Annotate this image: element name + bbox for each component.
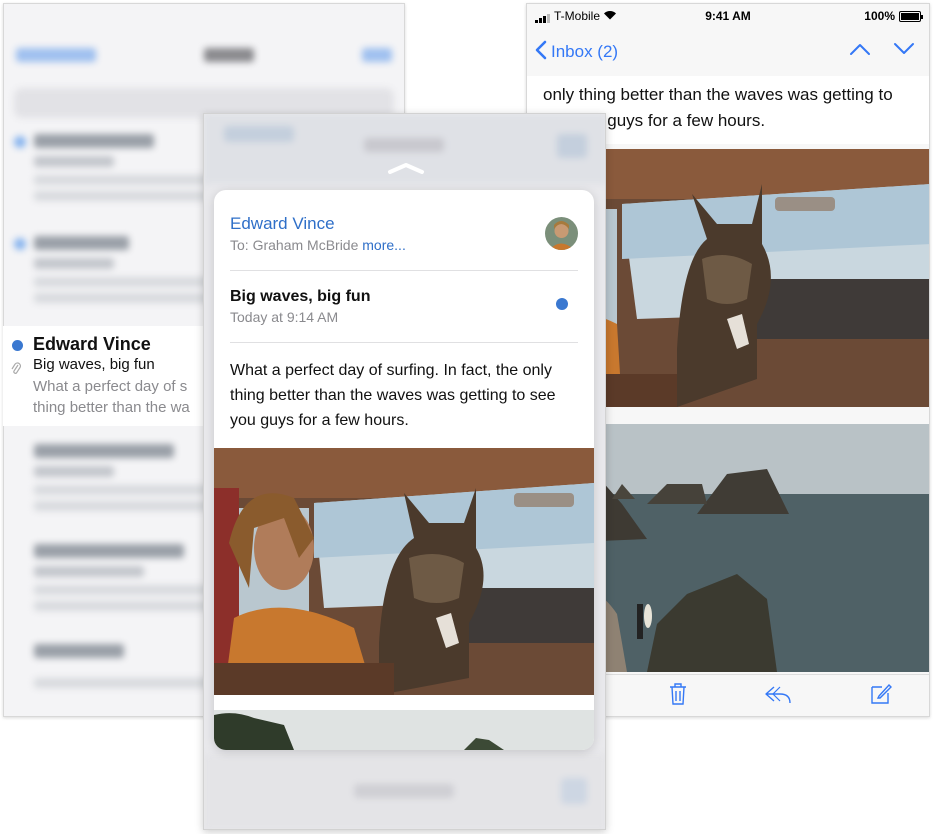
- unread-dot: [556, 298, 568, 310]
- peek-subject: Big waves, big fun: [230, 288, 371, 305]
- photo-van-dog[interactable]: [214, 448, 594, 695]
- more-recipients-link[interactable]: more...: [362, 237, 406, 253]
- paperclip-icon: [11, 362, 21, 379]
- trash-icon[interactable]: [668, 682, 688, 711]
- battery-icon: [899, 10, 923, 22]
- avatar: [545, 217, 578, 250]
- peek-subject-block: Big waves, big fun Today at 9:14 AM: [214, 270, 594, 342]
- peek-sender[interactable]: Edward Vince: [230, 214, 594, 234]
- chevron-down-icon[interactable]: [893, 42, 915, 61]
- peek-to-label: To: Graham McBride: [230, 237, 359, 253]
- peek-body: What a perfect day of surfing. In fact, …: [230, 362, 556, 429]
- peek-recipients: To: Graham McBride more...: [230, 234, 594, 256]
- reply-icon[interactable]: [764, 684, 792, 709]
- message-nav-bar: Inbox (2): [527, 28, 929, 76]
- battery-percent: 100%: [864, 9, 895, 23]
- peek-header: Edward Vince To: Graham McBride more...: [214, 190, 594, 270]
- blurred-inbox-background: [4, 4, 404, 688]
- chevron-left-icon: [535, 40, 547, 64]
- unread-dot: [12, 340, 23, 351]
- swipe-up-chevron-icon[interactable]: [387, 161, 425, 180]
- photo-rocky-coast-preview[interactable]: [214, 710, 594, 750]
- message-peek-card[interactable]: Edward Vince To: Graham McBride more... …: [214, 190, 594, 750]
- back-to-inbox-button[interactable]: Inbox (2): [535, 40, 618, 64]
- chevron-up-icon[interactable]: [849, 42, 871, 61]
- compose-icon[interactable]: [869, 682, 893, 711]
- back-label: Inbox (2): [551, 42, 619, 61]
- peek-timestamp: Today at 9:14 AM: [230, 309, 339, 325]
- status-bar: T-Mobile 9:41 AM 100%: [527, 4, 929, 28]
